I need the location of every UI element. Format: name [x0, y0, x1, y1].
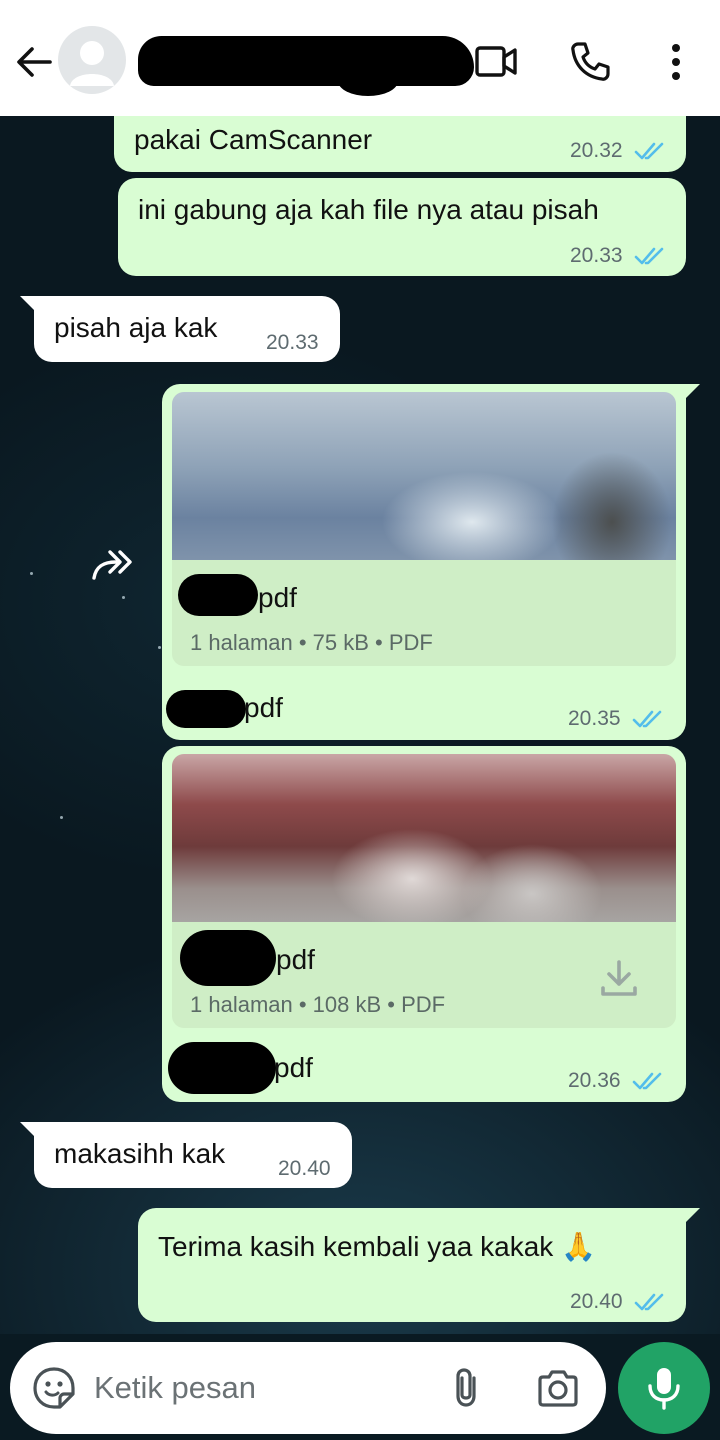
document-caption: pdf — [244, 692, 283, 723]
document-card[interactable]: pdf 1 halaman • 75 kB • PDF — [172, 392, 676, 666]
camera-icon — [538, 1370, 578, 1407]
redaction-mark — [180, 930, 276, 986]
voice-call-button[interactable] — [566, 38, 614, 86]
back-button[interactable] — [12, 40, 56, 84]
attach-button[interactable] — [444, 1364, 492, 1412]
redaction-mark — [178, 574, 258, 616]
document-caption: pdf — [274, 1052, 313, 1083]
read-ticks-icon — [632, 1072, 662, 1090]
wallpaper-star — [122, 596, 125, 599]
back-arrow-icon — [17, 47, 52, 77]
download-button[interactable] — [598, 958, 640, 1000]
message-input[interactable] — [94, 1360, 424, 1416]
read-ticks-icon — [634, 1293, 664, 1311]
forward-button[interactable] — [86, 538, 140, 592]
redaction-mark — [338, 66, 398, 96]
read-ticks-icon — [632, 710, 662, 728]
message-text: pisah aja kak — [54, 312, 218, 343]
message-time: 20.36 — [568, 1069, 621, 1092]
read-ticks-icon — [634, 142, 664, 160]
document-meta: 1 halaman • 75 kB • PDF — [190, 630, 433, 655]
message-time: 20.33 — [266, 331, 319, 354]
message-text: pakai CamScanner — [134, 124, 373, 155]
document-preview — [172, 392, 676, 560]
message-bubble-document[interactable]: pdf 1 halaman • 108 kB • PDF pdf 20.36 — [162, 746, 686, 1102]
read-ticks-icon — [634, 247, 664, 265]
wallpaper-star — [30, 572, 33, 575]
message-text: Terima kasih kembali yaa kakak 🙏 — [158, 1231, 596, 1262]
redaction-mark — [168, 1042, 276, 1094]
message-bubble-outgoing[interactable]: Terima kasih kembali yaa kakak 🙏 20.40 — [138, 1208, 686, 1322]
voice-message-button[interactable] — [618, 1342, 710, 1434]
chat-area[interactable]: pakai CamScanner 20.32 ini gabung aja ka… — [0, 116, 720, 1334]
chat-header — [0, 0, 720, 116]
video-call-icon — [475, 46, 517, 77]
message-bubble-incoming[interactable]: makasihh kak 20.40 — [34, 1122, 352, 1188]
camera-button[interactable] — [534, 1364, 582, 1412]
document-name: pdf — [258, 582, 297, 613]
message-composer[interactable] — [10, 1342, 606, 1434]
document-preview — [172, 754, 676, 922]
message-time: 20.40 — [278, 1157, 331, 1180]
message-text: makasihh kak — [54, 1138, 226, 1169]
message-bubble-document[interactable]: pdf 1 halaman • 75 kB • PDF pdf 20.35 — [162, 384, 686, 740]
emoji-sticker-button[interactable] — [30, 1364, 78, 1412]
paperclip-icon — [456, 1368, 476, 1407]
avatar-placeholder-icon — [70, 41, 114, 86]
redaction-mark — [138, 36, 474, 86]
phone-icon — [571, 42, 610, 81]
document-meta: 1 halaman • 108 kB • PDF — [190, 992, 446, 1017]
message-bubble-outgoing[interactable]: ini gabung aja kah file nya atau pisah 2… — [118, 178, 686, 276]
document-name: pdf — [276, 944, 315, 975]
message-time: 20.32 — [570, 139, 623, 162]
microphone-icon — [648, 1368, 680, 1410]
download-icon — [601, 960, 637, 996]
message-time: 20.40 — [570, 1290, 623, 1313]
message-time: 20.33 — [570, 244, 623, 267]
redaction-mark — [166, 690, 246, 728]
message-time: 20.35 — [568, 707, 621, 730]
contact-name[interactable] — [138, 36, 474, 96]
document-card[interactable]: pdf 1 halaman • 108 kB • PDF — [172, 754, 676, 1028]
wallpaper-star — [158, 646, 161, 649]
message-text: ini gabung aja kah file nya atau pisah — [138, 194, 599, 225]
more-vert-icon — [672, 44, 680, 80]
sticker-icon — [33, 1367, 75, 1409]
message-bubble-outgoing[interactable]: pakai CamScanner 20.32 — [114, 116, 686, 172]
more-options-button[interactable] — [652, 38, 700, 86]
message-bubble-incoming[interactable]: pisah aja kak 20.33 — [34, 296, 340, 362]
avatar[interactable] — [58, 26, 126, 94]
video-call-button[interactable] — [472, 38, 520, 86]
wallpaper-star — [60, 816, 63, 819]
forward-icon — [92, 550, 132, 580]
